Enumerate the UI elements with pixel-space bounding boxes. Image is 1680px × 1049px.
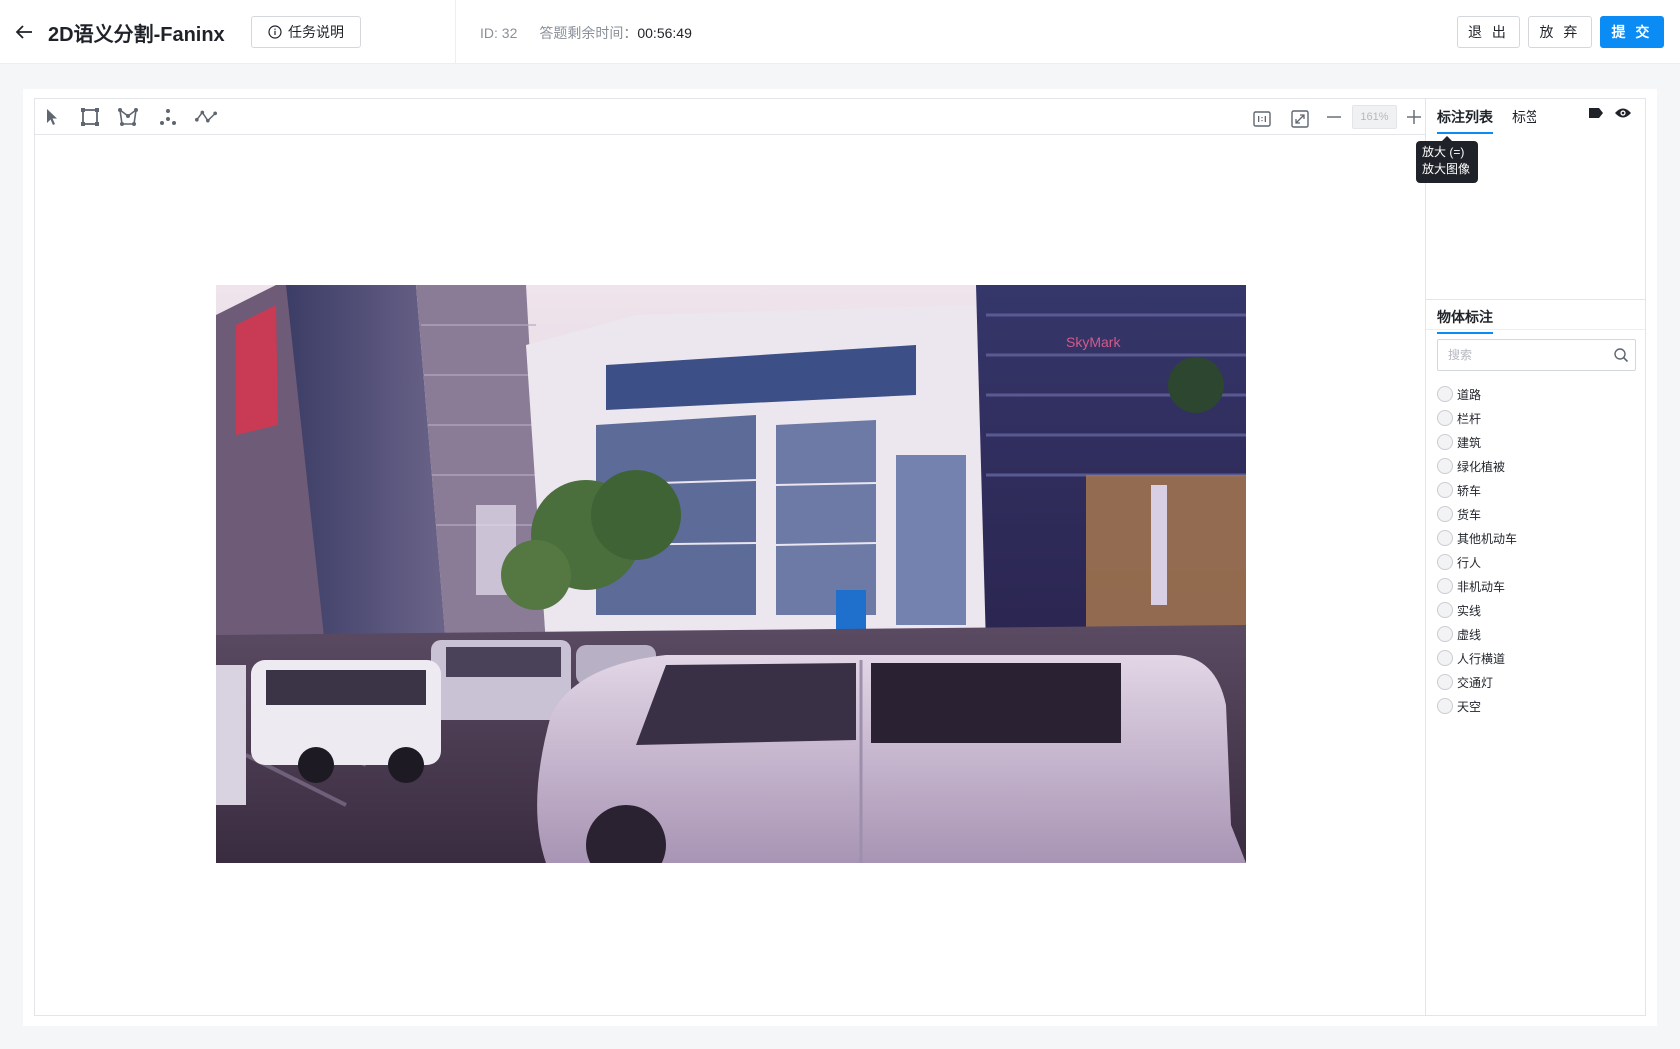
fit-screen-icon[interactable] bbox=[1289, 108, 1311, 130]
label-item-vegetation[interactable]: 绿化植被 bbox=[1437, 454, 1517, 478]
label-text: 虚线 bbox=[1457, 627, 1482, 642]
abandon-button[interactable]: 放 弃 bbox=[1528, 16, 1592, 48]
label-text: 非机动车 bbox=[1457, 579, 1506, 594]
label-item-car[interactable]: 轿车 bbox=[1437, 478, 1517, 502]
label-text: 交通灯 bbox=[1457, 675, 1494, 690]
zoom-out-icon[interactable] bbox=[1323, 106, 1345, 128]
radio-button[interactable] bbox=[1437, 578, 1453, 594]
info-icon bbox=[268, 25, 282, 39]
radio-button[interactable] bbox=[1437, 674, 1453, 690]
zoom-in-tooltip: 放大 (=) 放大图像 bbox=[1416, 136, 1478, 183]
label-text: 绿化植被 bbox=[1457, 459, 1506, 474]
task-meta: ID: 32 答题剩余时间：00:56:49 bbox=[480, 23, 692, 43]
panel-divider bbox=[1426, 299, 1645, 300]
label-text: 行人 bbox=[1457, 555, 1482, 570]
polygon-tool-icon[interactable] bbox=[117, 106, 139, 128]
zoom-in-icon[interactable] bbox=[1403, 106, 1425, 128]
label-text: 货车 bbox=[1457, 507, 1482, 522]
label-search-input[interactable] bbox=[1438, 340, 1598, 370]
label-text: 建筑 bbox=[1457, 435, 1482, 450]
exit-button[interactable]: 退 出 bbox=[1457, 16, 1520, 48]
label-text: 轿车 bbox=[1457, 483, 1482, 498]
label-list: 道路 栏杆 建筑 绿化植被 轿车 货车 其他机动车 行人 非机动车 实线 虚线 … bbox=[1437, 382, 1517, 718]
label-item-solid-line[interactable]: 实线 bbox=[1437, 598, 1517, 622]
radio-button[interactable] bbox=[1437, 626, 1453, 642]
annotation-canvas[interactable]: 161% SkyMark bbox=[34, 98, 1425, 1016]
label-text: 道路 bbox=[1457, 387, 1482, 402]
tooltip-description: 放大图像 bbox=[1422, 162, 1471, 176]
label-text: 实线 bbox=[1457, 603, 1482, 618]
eye-icon[interactable] bbox=[1614, 104, 1632, 122]
tag-icon[interactable] bbox=[1587, 104, 1605, 122]
task-instructions-label: 任务说明 bbox=[288, 24, 344, 40]
label-item-crosswalk[interactable]: 人行横道 bbox=[1437, 646, 1517, 670]
radio-button[interactable] bbox=[1437, 386, 1453, 402]
label-text: 其他机动车 bbox=[1457, 531, 1518, 546]
rectangle-tool-icon[interactable] bbox=[79, 106, 101, 128]
svg-text:SkyMark: SkyMark bbox=[1066, 334, 1121, 350]
panel-tabs: 标注列表 标签 bbox=[1426, 99, 1645, 135]
select-pointer-icon[interactable] bbox=[41, 106, 63, 128]
label-search bbox=[1437, 339, 1636, 371]
label-text: 天空 bbox=[1457, 699, 1482, 714]
submit-button[interactable]: 提 交 bbox=[1600, 16, 1664, 48]
label-item-road[interactable]: 道路 bbox=[1437, 382, 1517, 406]
radio-button[interactable] bbox=[1437, 530, 1453, 546]
top-bar: 2D语义分割-Faninx 任务说明 ID: 32 答题剩余时间：00:56:49… bbox=[0, 0, 1680, 64]
tooltip-shortcut: 放大 (=) bbox=[1422, 145, 1465, 159]
label-item-traffic-light[interactable]: 交通灯 bbox=[1437, 670, 1517, 694]
time-remaining-label: 答题剩余时间： bbox=[539, 25, 638, 41]
label-item-truck[interactable]: 货车 bbox=[1437, 502, 1517, 526]
back-arrow-icon[interactable] bbox=[13, 20, 35, 44]
radio-button[interactable] bbox=[1437, 650, 1453, 666]
label-text: 栏杆 bbox=[1457, 411, 1482, 426]
radio-button[interactable] bbox=[1437, 554, 1453, 570]
label-text: 人行横道 bbox=[1457, 651, 1506, 666]
point-tool-icon[interactable] bbox=[157, 106, 179, 128]
label-item-non-motor-vehicle[interactable]: 非机动车 bbox=[1437, 574, 1517, 598]
annotation-target-image[interactable]: SkyMark bbox=[216, 285, 1246, 863]
tab-labels[interactable]: 标签 bbox=[1512, 107, 1536, 127]
radio-button[interactable] bbox=[1437, 482, 1453, 498]
time-remaining-value: 00:56:49 bbox=[637, 25, 692, 41]
header-divider bbox=[455, 0, 456, 64]
task-id: ID: 32 bbox=[480, 25, 518, 41]
object-title-divider bbox=[1426, 329, 1645, 330]
page-title: 2D语义分割-Faninx bbox=[48, 24, 225, 46]
actual-size-icon[interactable] bbox=[1251, 108, 1273, 130]
search-icon[interactable] bbox=[1613, 347, 1629, 363]
task-instructions-button[interactable]: 任务说明 bbox=[251, 16, 361, 48]
radio-button[interactable] bbox=[1437, 506, 1453, 522]
radio-button[interactable] bbox=[1437, 410, 1453, 426]
label-item-pedestrian[interactable]: 行人 bbox=[1437, 550, 1517, 574]
label-item-dashed-line[interactable]: 虚线 bbox=[1437, 622, 1517, 646]
radio-button[interactable] bbox=[1437, 602, 1453, 618]
zoom-level[interactable]: 161% bbox=[1352, 105, 1397, 129]
radio-button[interactable] bbox=[1437, 458, 1453, 474]
canvas-toolbar: 161% bbox=[35, 99, 1425, 135]
label-item-other-vehicle[interactable]: 其他机动车 bbox=[1437, 526, 1517, 550]
tab-annotation-list[interactable]: 标注列表 bbox=[1437, 107, 1493, 134]
label-item-railing[interactable]: 栏杆 bbox=[1437, 406, 1517, 430]
label-item-sky[interactable]: 天空 bbox=[1437, 694, 1517, 718]
radio-button[interactable] bbox=[1437, 698, 1453, 714]
label-item-building[interactable]: 建筑 bbox=[1437, 430, 1517, 454]
radio-button[interactable] bbox=[1437, 434, 1453, 450]
right-panel: 标注列表 标签 物体标注 道路 栏杆 建筑 绿化植被 轿车 货车 其他机动车 行… bbox=[1425, 98, 1646, 1016]
polyline-tool-icon[interactable] bbox=[195, 106, 217, 128]
